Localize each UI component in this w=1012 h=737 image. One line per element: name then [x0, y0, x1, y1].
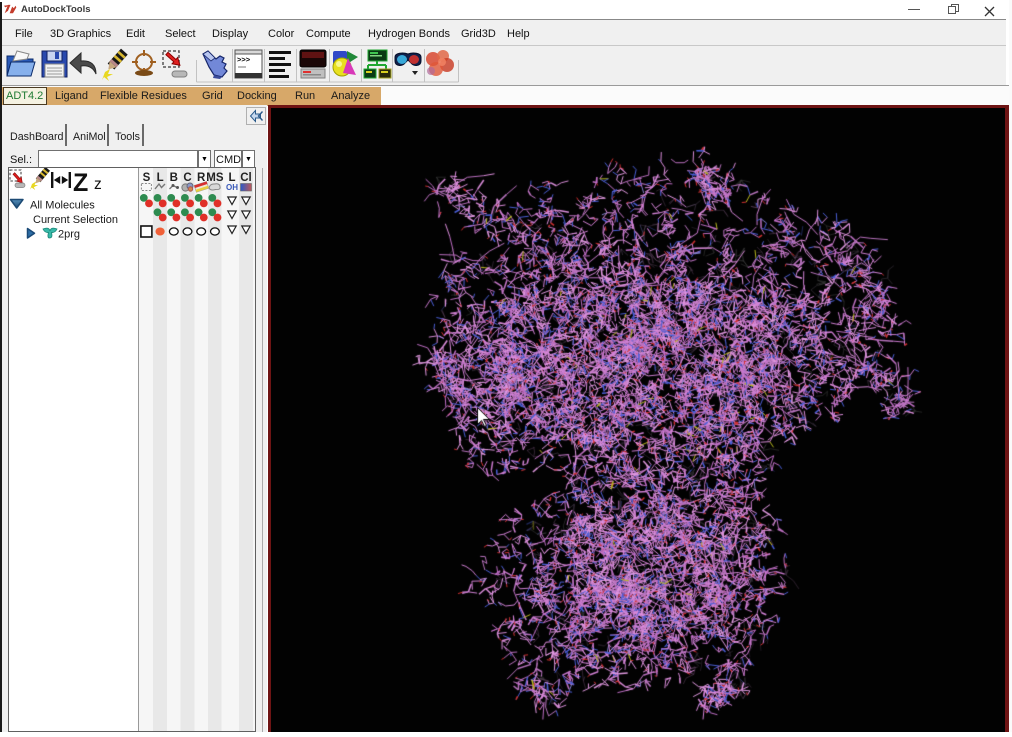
svg-text:B: B — [170, 172, 178, 184]
svg-text:>>>: >>> — [237, 55, 251, 64]
svg-text:Current Selection: Current Selection — [33, 214, 118, 226]
svg-text:2prg: 2prg — [58, 229, 80, 241]
svg-text:Z: Z — [73, 169, 88, 197]
svg-text:MS: MS — [206, 172, 224, 184]
svg-text:L: L — [157, 172, 164, 184]
svg-text:All Molecules: All Molecules — [30, 200, 95, 212]
svg-text:C: C — [183, 172, 191, 184]
svg-text:OH: OH — [226, 183, 238, 192]
svg-text:z: z — [94, 176, 102, 193]
svg-text:Cl: Cl — [240, 172, 252, 184]
svg-text:S: S — [143, 172, 151, 184]
